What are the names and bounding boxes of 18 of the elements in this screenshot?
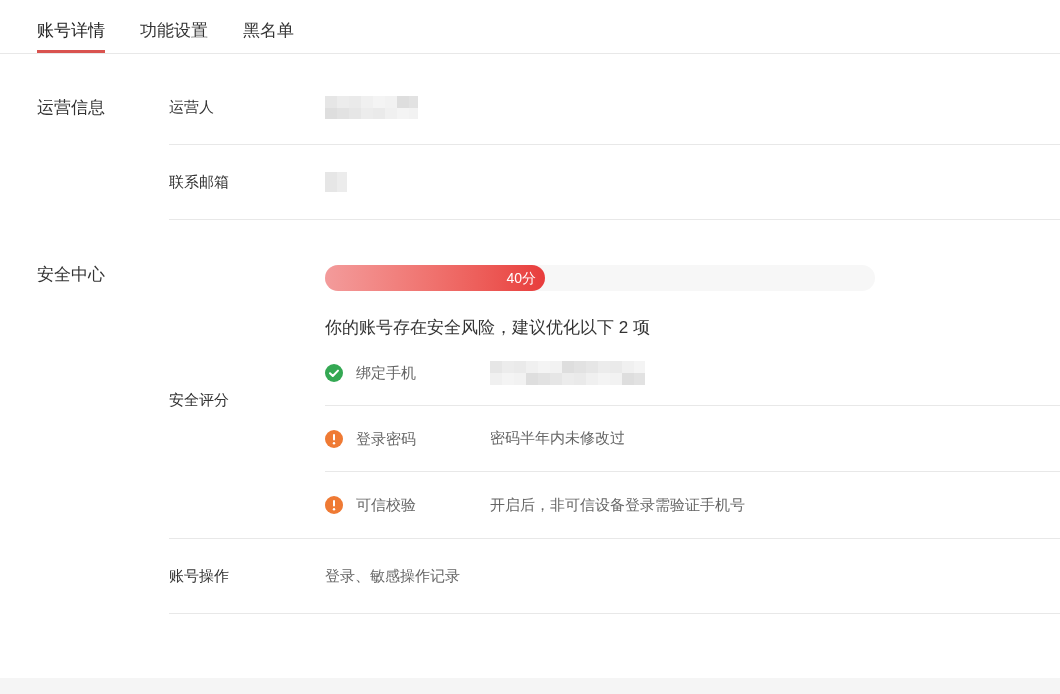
field-label: 运营人 <box>169 98 214 115</box>
tab[interactable]: 黑名单 <box>243 0 294 53</box>
score-reading: 40分 <box>506 271 536 285</box>
field-label: 联系邮箱 <box>169 173 229 190</box>
section-title: 运营信息 <box>37 96 105 119</box>
field-label: 账号操作 <box>169 567 229 584</box>
field-label: 安全评分 <box>169 391 229 408</box>
risk-summary: 你的账号存在安全风险，建议优化以下 2 项 <box>325 317 651 339</box>
tab[interactable]: 功能设置 <box>140 0 208 53</box>
field-value: 登录、敏感操作记录 <box>325 565 460 586</box>
tab[interactable]: 账号详情 <box>37 0 105 53</box>
check-detail: 开启后，非可信设备登录需验证手机号 <box>490 494 745 515</box>
pixelated-block <box>325 172 347 192</box>
check-label: 绑定手机 <box>356 363 416 381</box>
section-title: 安全中心 <box>37 265 105 284</box>
check-label: 登录密码 <box>356 429 416 447</box>
check-label: 可信校验 <box>356 496 416 513</box>
check-detail: 密码半年内未修改过 <box>490 428 625 449</box>
